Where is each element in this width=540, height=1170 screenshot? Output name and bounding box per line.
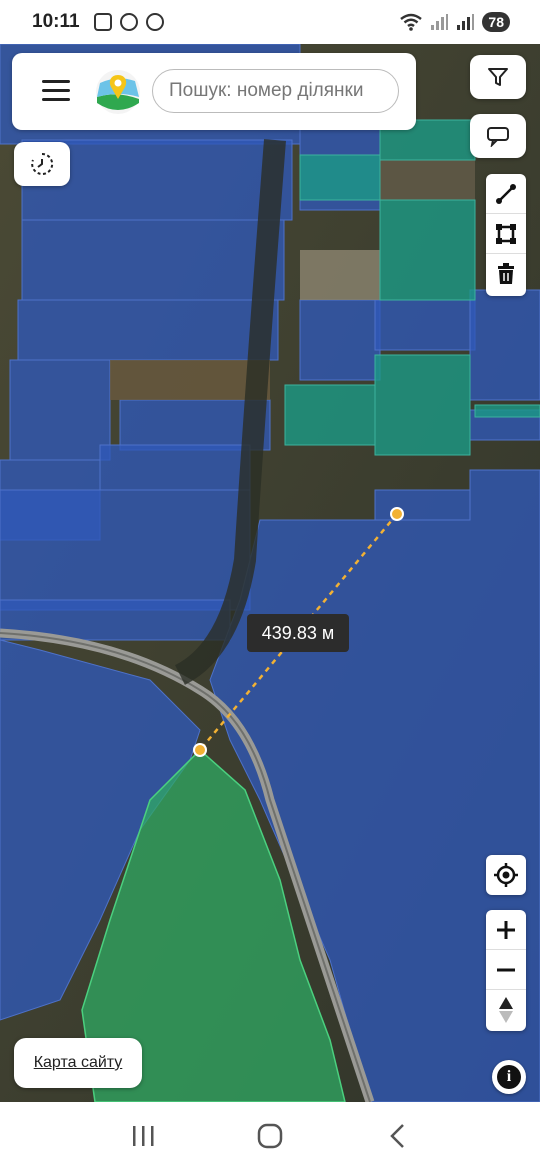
status-time: 10:11: [32, 11, 80, 32]
filter-icon: [488, 68, 508, 86]
chat-button[interactable]: [470, 114, 526, 158]
measure-point-start: [390, 507, 404, 521]
battery-indicator: 78: [482, 12, 510, 32]
signal-icon: [431, 14, 449, 30]
sitemap-link[interactable]: Карта сайту: [14, 1038, 142, 1088]
status-bar: 10:11 78: [0, 0, 540, 44]
info-icon: i: [497, 1065, 521, 1089]
locate-icon: [494, 863, 518, 887]
minus-icon: [497, 968, 515, 971]
map-canvas[interactable]: [0, 44, 540, 1102]
search-input[interactable]: [152, 69, 399, 113]
ruler-line-icon: [496, 183, 516, 204]
navigation-notification-icon: [145, 13, 164, 31]
home-button[interactable]: [250, 1116, 290, 1156]
distance-label: 439.83 м: [247, 614, 349, 652]
zoom-in-button[interactable]: [486, 910, 526, 950]
locate-button[interactable]: [486, 855, 526, 895]
app-notification-icon: [119, 13, 138, 31]
trash-icon: [498, 263, 514, 284]
search-card: [12, 53, 416, 130]
recent-apps-button[interactable]: [123, 1116, 163, 1156]
filter-button[interactable]: [470, 55, 526, 99]
screenshot-icon: [93, 13, 112, 31]
plus-icon: [497, 920, 515, 939]
measure-point-end: [193, 743, 207, 757]
history-icon: [31, 152, 54, 175]
polygon-button[interactable]: [486, 214, 526, 254]
status-right: 78: [400, 12, 510, 32]
chat-icon: [487, 127, 509, 147]
home-icon: [257, 1123, 283, 1149]
hamburger-icon[interactable]: [42, 80, 70, 102]
back-icon: [389, 1124, 404, 1148]
measure-line-button[interactable]: [486, 174, 526, 214]
delete-button[interactable]: [486, 254, 526, 294]
notification-icons: [93, 13, 164, 31]
compass-icon: [499, 997, 513, 1023]
info-button[interactable]: i: [492, 1060, 526, 1094]
zoom-controls: [486, 910, 526, 1031]
zoom-out-button[interactable]: [486, 950, 526, 990]
compass-button[interactable]: [486, 990, 526, 1030]
recent-apps-icon: [133, 1126, 154, 1146]
wifi-icon: [400, 13, 423, 31]
map-view[interactable]: 439.83 м: [0, 44, 540, 1102]
history-button[interactable]: [14, 142, 70, 186]
system-nav-bar: [0, 1102, 540, 1170]
map-pin-logo-icon[interactable]: [95, 69, 141, 115]
drawing-tools: [486, 174, 526, 296]
signal-icon-2: [457, 14, 475, 30]
back-button[interactable]: [377, 1116, 417, 1156]
polygon-icon: [496, 223, 516, 244]
